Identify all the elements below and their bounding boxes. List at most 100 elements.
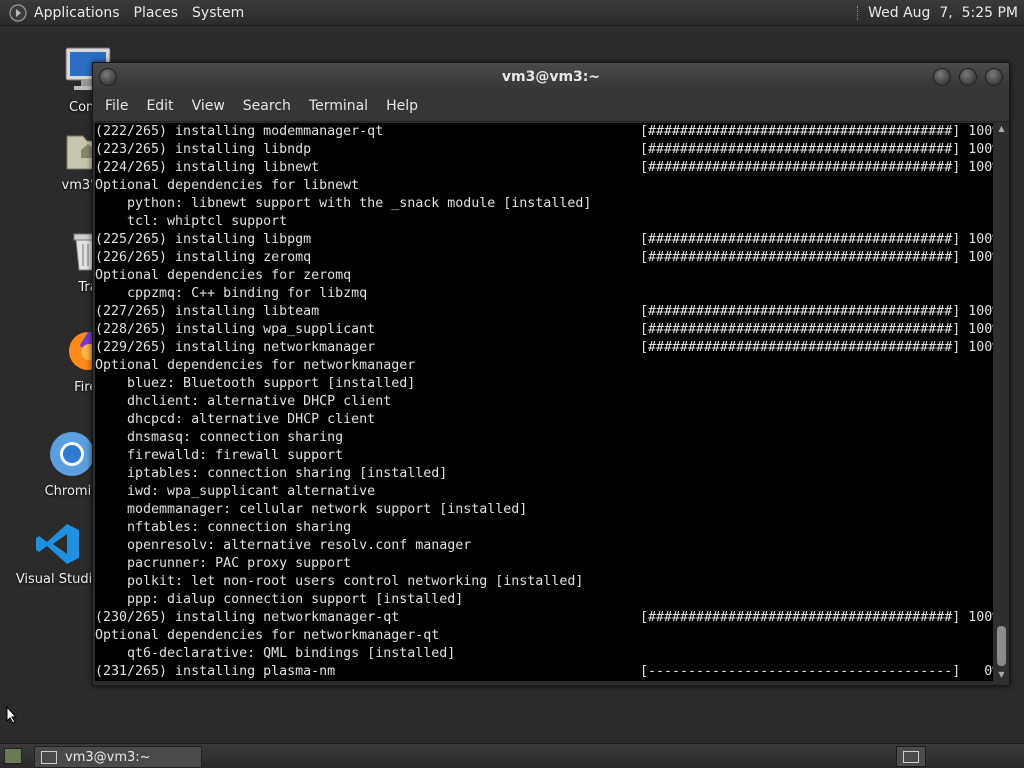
terminal-line-text: (226/265) installing zeromq (95, 250, 312, 265)
top-panel: Applications Places System Wed Aug 7, 5:… (0, 0, 1024, 26)
progress-bar-text: [######################################]… (640, 142, 993, 157)
terminal-line-text: bluez: Bluetooth support [installed] (95, 376, 416, 391)
menu-file[interactable]: File (105, 98, 128, 114)
terminal-scrollbar[interactable]: ▲ ▼ (995, 123, 1008, 681)
terminal-line: modemmanager: cellular network support [… (95, 501, 993, 519)
terminal-line: tcl: whiptcl support (95, 213, 993, 231)
terminal-line: (225/265) installing libpgm [############… (95, 231, 993, 249)
progress-bar-text: [######################################]… (640, 610, 993, 625)
terminal-line-text: tcl: whiptcl support (95, 214, 288, 229)
bottom-panel: vm3@vm3:~ (0, 743, 1024, 768)
terminal-lines: (222/265) installing modemmanager-qt [###… (95, 123, 993, 681)
mouse-pointer-icon (6, 706, 18, 724)
terminal-line: Optional dependencies for zeromq (95, 267, 993, 285)
terminal-line: (230/265) installing networkmanager-qt [#… (95, 609, 993, 627)
terminal-line-text: dhclient: alternative DHCP client (95, 394, 392, 409)
terminal-line-text: iwd: wpa_supplicant alternative (95, 484, 376, 499)
terminal-line: bluez: Bluetooth support [installed] (95, 375, 993, 393)
terminal-line-text: qt6-declarative: QML bindings [installed… (95, 646, 456, 661)
terminal-line: (228/265) installing wpa_supplicant [####… (95, 321, 993, 339)
terminal-line-text: openresolv: alternative resolv.conf mana… (95, 538, 472, 553)
minimize-button[interactable] (933, 68, 951, 86)
terminal-line-text: ppp: dialup connection support [installe… (95, 592, 464, 607)
terminal-line-text: (231/265) installing plasma-nm (95, 664, 336, 679)
menu-edit[interactable]: Edit (146, 98, 173, 114)
chromium-icon (50, 432, 94, 476)
terminal-line-text: cppzmq: C++ binding for libzmq (95, 286, 368, 301)
terminal-line-text: dhcpcd: alternative DHCP client (95, 412, 376, 427)
show-desktop-icon[interactable] (4, 748, 22, 764)
terminal-icon (41, 750, 57, 764)
terminal-line-text: iptables: connection sharing [installed] (95, 466, 448, 481)
terminal-line: iptables: connection sharing [installed] (95, 465, 993, 483)
terminal-line: (224/265) installing libnewt [###########… (95, 159, 993, 177)
terminal-line: nftables: connection sharing (95, 519, 993, 537)
terminal-line-text: (223/265) installing libndp (95, 142, 312, 157)
window-menu-button[interactable] (99, 68, 117, 86)
terminal-window[interactable]: vm3@vm3:~ File Edit View Search Terminal… (92, 62, 1010, 686)
system-menu[interactable]: System (192, 5, 244, 21)
panel-separator (857, 5, 860, 20)
terminal-line: Optional dependencies for libnewt (95, 177, 993, 195)
taskbar-window-button[interactable]: vm3@vm3:~ (34, 746, 202, 768)
menu-help[interactable]: Help (386, 98, 418, 114)
vscode-icon (36, 524, 79, 564)
terminal-line: dhcpcd: alternative DHCP client (95, 411, 993, 429)
terminal-line: polkit: let non-root users control netwo… (95, 573, 993, 591)
maximize-button[interactable] (959, 68, 977, 86)
terminal-line: firewalld: firewall support (95, 447, 993, 465)
terminal-line: dhclient: alternative DHCP client (95, 393, 993, 411)
terminal-line-text: polkit: let non-root users control netwo… (95, 574, 584, 589)
terminal-line: qt6-declarative: QML bindings [installed… (95, 645, 993, 663)
terminal-line: (231/265) installing plasma-nm [---------… (95, 663, 993, 681)
progress-bar-text: [######################################]… (640, 232, 993, 247)
menu-search[interactable]: Search (243, 98, 291, 114)
terminal-line-text: Optional dependencies for zeromq (95, 268, 352, 283)
terminal-line: pacrunner: PAC proxy support (95, 555, 993, 573)
window-titlebar[interactable]: vm3@vm3:~ (93, 63, 1009, 91)
menu-view[interactable]: View (192, 98, 225, 114)
terminal-line-text: (224/265) installing libnewt (95, 160, 320, 175)
terminal-line: openresolv: alternative resolv.conf mana… (95, 537, 993, 555)
progress-bar-text: [######################################]… (640, 340, 993, 355)
terminal-line-text: nftables: connection sharing (95, 520, 352, 535)
scroll-down-arrow-icon[interactable]: ▼ (995, 669, 1008, 681)
taskbar-window-label: vm3@vm3:~ (65, 749, 151, 765)
terminal-line: (227/265) installing libteam [###########… (95, 303, 993, 321)
places-menu[interactable]: Places (134, 5, 179, 21)
terminal-line: dnsmasq: connection sharing (95, 429, 993, 447)
applications-menu[interactable]: Applications (34, 5, 120, 21)
progress-bar-text: [######################################]… (640, 304, 993, 319)
progress-bar-text: [######################################]… (640, 124, 993, 139)
terminal-line: cppzmq: C++ binding for libzmq (95, 285, 993, 303)
terminal-line-text: modemmanager: cellular network support [… (95, 502, 528, 517)
scrollbar-thumb[interactable] (997, 626, 1006, 666)
terminal-output[interactable]: (222/265) installing modemmanager-qt [###… (95, 123, 993, 681)
progress-bar-text: [######################################]… (640, 322, 993, 337)
terminal-line: ppp: dialup connection support [installe… (95, 591, 993, 609)
terminal-line: (223/265) installing libndp [############… (95, 141, 993, 159)
terminal-line: Optional dependencies for networkmanager… (95, 627, 993, 645)
terminal-line: Optional dependencies for networkmanager (95, 357, 993, 375)
terminal-line-text: (229/265) installing networkmanager (95, 340, 376, 355)
terminal-line-text: (228/265) installing wpa_supplicant (95, 322, 376, 337)
terminal-line-text: Optional dependencies for libnewt (95, 178, 360, 193)
close-button[interactable] (985, 68, 1003, 86)
progress-bar-text: [--------------------------------------]… (640, 664, 993, 679)
gnome-foot-icon[interactable] (8, 3, 28, 23)
workspace-window-icon (903, 751, 919, 763)
terminal-line-text: dnsmasq: connection sharing (95, 430, 344, 445)
scroll-up-arrow-icon[interactable]: ▲ (995, 123, 1008, 135)
terminal-line-text: (227/265) installing libteam (95, 304, 320, 319)
terminal-line-text: pacrunner: PAC proxy support (95, 556, 352, 571)
workspace-switcher[interactable] (896, 746, 926, 767)
terminal-line-text: Optional dependencies for networkmanager… (95, 628, 440, 643)
terminal-line-text: (225/265) installing libpgm (95, 232, 312, 247)
terminal-line: python: libnewt support with the _snack … (95, 195, 993, 213)
terminal-line: (226/265) installing zeromq [############… (95, 249, 993, 267)
menu-terminal[interactable]: Terminal (309, 98, 368, 114)
progress-bar-text: [######################################]… (640, 250, 993, 265)
terminal-line: (229/265) installing networkmanager [####… (95, 339, 993, 357)
terminal-line-text: python: libnewt support with the _snack … (95, 196, 592, 211)
clock[interactable]: Wed Aug 7, 5:25 PM (868, 5, 1018, 21)
